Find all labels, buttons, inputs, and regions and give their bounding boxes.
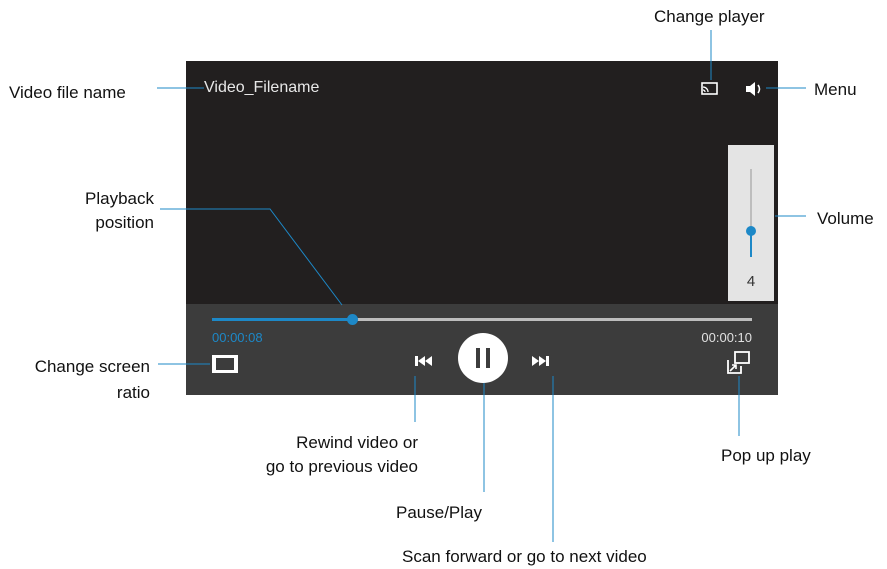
- callout-lines: [157, 30, 806, 542]
- label-playback-position-2: position: [95, 213, 154, 232]
- label-pause-play: Pause/Play: [396, 503, 482, 522]
- label-menu: Menu: [814, 80, 857, 99]
- line-playback-position: [160, 208, 343, 306]
- label-volume: Volume: [817, 209, 874, 228]
- label-video-file-name: Video file name: [9, 83, 126, 102]
- label-rewind-2: go to previous video: [265, 457, 418, 476]
- label-pop-up-play: Pop up play: [721, 446, 811, 465]
- label-change-player: Change player: [654, 7, 765, 26]
- label-change-screen-ratio-2: ratio: [116, 383, 150, 402]
- label-playback-position-1: Playback: [85, 189, 154, 208]
- label-change-screen-ratio-1: Change screen: [34, 357, 150, 376]
- label-scan-forward: Scan forward or go to next video: [402, 547, 647, 566]
- label-rewind-1: Rewind video or: [296, 433, 418, 452]
